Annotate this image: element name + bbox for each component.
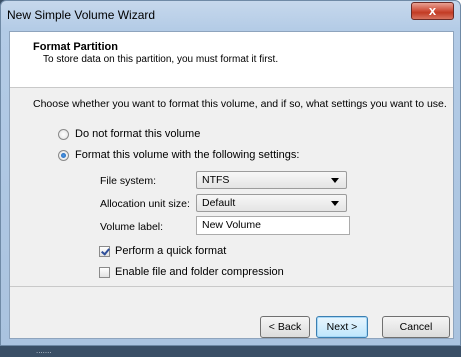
file-system-value: NTFS (202, 174, 230, 186)
compression-checkbox[interactable] (99, 266, 110, 278)
cancel-button[interactable]: Cancel (382, 316, 450, 338)
allocation-unit-value: Default (202, 197, 236, 209)
page-title: Format Partition (33, 41, 118, 53)
radio-format-volume[interactable]: Format this volume with the following se… (58, 149, 299, 161)
file-system-label: File system: (100, 175, 157, 187)
radio-do-not-format[interactable]: Do not format this volume (58, 128, 200, 140)
next-button[interactable]: Next > (316, 316, 368, 338)
instruction-text: Choose whether you want to format this v… (33, 98, 447, 110)
volume-label-input[interactable]: New Volume (196, 216, 350, 235)
file-system-select[interactable]: NTFS (196, 171, 347, 189)
radio-button-off[interactable] (58, 128, 69, 140)
allocation-unit-label: Allocation unit size: (100, 198, 190, 210)
back-button[interactable]: < Back (260, 316, 310, 338)
wizard-window: New Simple Volume Wizard x Format Partit… (0, 0, 461, 346)
footer-divider (10, 286, 453, 287)
desktop-background-bottom (0, 346, 461, 357)
chevron-down-icon (331, 178, 339, 183)
radio-button-on[interactable] (58, 149, 69, 161)
wizard-client-area: Format Partition To store data on this p… (9, 31, 454, 339)
window-title: New Simple Volume Wizard (7, 8, 156, 22)
quick-format-checkbox[interactable] (99, 245, 110, 257)
wizard-body: Choose whether you want to format this v… (10, 88, 453, 288)
close-button[interactable]: x (411, 2, 454, 20)
radio-label: Format this volume with the following se… (75, 149, 300, 161)
compression-option[interactable]: Enable file and folder compression (99, 266, 284, 278)
volume-label-label: Volume label: (100, 221, 164, 233)
close-icon: x (428, 3, 437, 18)
chevron-down-icon (331, 201, 339, 206)
title-bar[interactable]: New Simple Volume Wizard x (1, 1, 460, 31)
radio-label: Do not format this volume (75, 128, 201, 140)
allocation-unit-select[interactable]: Default (196, 194, 347, 212)
page-subtitle: To store data on this partition, you mus… (43, 54, 279, 65)
checkbox-label: Perform a quick format (115, 245, 227, 257)
checkbox-label: Enable file and folder compression (115, 266, 284, 278)
background-text: ....... (36, 346, 52, 355)
quick-format-option[interactable]: Perform a quick format (99, 245, 226, 257)
wizard-header: Format Partition To store data on this p… (10, 32, 453, 88)
